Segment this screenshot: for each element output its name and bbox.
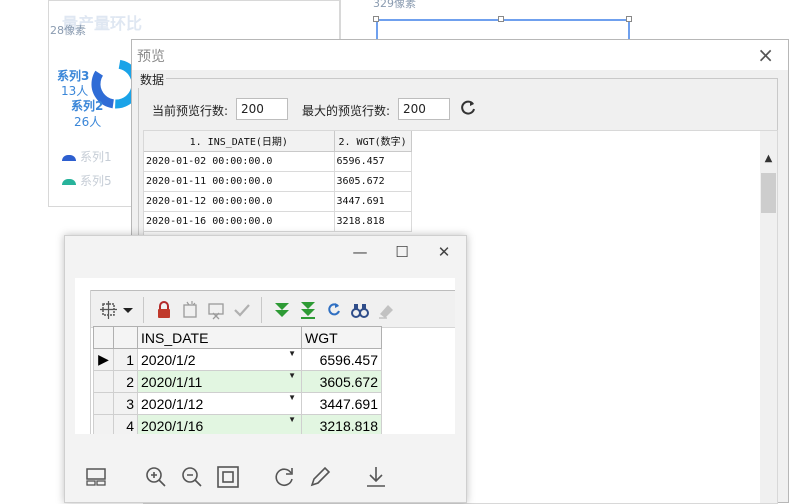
column-header-wgt[interactable]: 2. WGT(数字)	[334, 131, 412, 152]
current-rows-label: 当前预览行数:	[152, 104, 229, 118]
preview-table: 1. INS_DATE(日期) 2. WGT(数字) 2020-01-02 00…	[144, 131, 412, 232]
toolbar-separator	[143, 297, 144, 323]
date-cell[interactable]: 2020/1/16 ▼	[137, 414, 302, 434]
series2-value: 26人	[74, 115, 102, 129]
row-number: 3	[113, 392, 138, 415]
binoculars-icon[interactable]	[349, 299, 371, 321]
corner-cell	[93, 326, 114, 349]
fit-to-window-icon[interactable]	[215, 464, 241, 490]
current-rows-input[interactable]: 200	[236, 98, 288, 120]
corner-cell	[113, 326, 138, 349]
minimize-icon[interactable]: —	[350, 242, 370, 262]
dropdown-icon[interactable]: ▼	[288, 349, 296, 358]
toolbar-separator	[261, 297, 262, 323]
edit-pencil-icon[interactable]	[307, 464, 333, 490]
dropdown-icon[interactable]: ▼	[288, 371, 296, 380]
grid-toolbar	[91, 290, 455, 328]
refresh-icon[interactable]	[458, 98, 478, 118]
preview-titlebar[interactable]: 预览 ×	[132, 40, 788, 70]
eraser-icon[interactable]	[375, 299, 397, 321]
preview-header-row: 1. INS_DATE(日期) 2. WGT(数字)	[144, 131, 412, 152]
lock-icon[interactable]	[153, 299, 175, 321]
image-viewer-window: — ☐ ✕ INS_DATE WGT ▶ 1 2020/1/2 ▼ 6596.4…	[64, 235, 467, 503]
pixel-size-label-left: 28像素	[50, 24, 86, 37]
fetch-all-icon[interactable]	[297, 299, 319, 321]
date-cell[interactable]: 2020/1/2 ▼	[137, 348, 302, 371]
resize-handle[interactable]	[373, 16, 379, 22]
result-table: INS_DATE WGT ▶ 1 2020/1/2 ▼ 6596.457 2 20…	[93, 326, 382, 434]
check-icon[interactable]	[231, 299, 253, 321]
wgt-cell[interactable]: 3447.691	[301, 392, 382, 415]
inner-left-edge	[75, 290, 91, 434]
row-number: 1	[113, 348, 138, 371]
table-row[interactable]: ▶ 1 2020/1/2 ▼ 6596.457	[93, 348, 382, 371]
max-rows-input[interactable]: 200	[398, 98, 450, 120]
rotate-icon[interactable]	[271, 464, 297, 490]
zoom-out-icon[interactable]	[179, 464, 205, 490]
zoom-in-icon[interactable]	[143, 464, 169, 490]
delete-row-icon[interactable]	[205, 299, 227, 321]
scroll-thumb[interactable]	[761, 173, 776, 213]
close-icon[interactable]: ✕	[434, 242, 454, 262]
new-row-icon[interactable]	[179, 299, 201, 321]
table-row[interactable]: 4 2020/1/16 ▼ 3218.818	[93, 414, 382, 434]
column-settings-icon[interactable]	[99, 299, 121, 321]
wgt-cell[interactable]: 3218.818	[301, 414, 382, 434]
wgt-cell[interactable]: 3605.672	[301, 370, 382, 393]
dropdown-icon[interactable]: ▼	[288, 415, 296, 424]
table-row[interactable]: 2020-01-11 00:00:00.0 3605.672	[144, 171, 412, 192]
current-row-indicator: ▶	[93, 348, 114, 371]
table-row[interactable]: 3 2020/1/12 ▼ 3447.691	[93, 392, 382, 415]
viewer-bottom-toolbar	[65, 456, 466, 502]
date-cell[interactable]: 2020/1/12 ▼	[137, 392, 302, 415]
column-header-ins-date[interactable]: INS_DATE	[137, 326, 302, 349]
thumbnail-view-icon[interactable]	[83, 464, 109, 490]
wgt-cell[interactable]: 6596.457	[301, 348, 382, 371]
max-rows-label: 最大的预览行数:	[302, 104, 391, 118]
scroll-up-icon[interactable]: ▲	[760, 149, 777, 169]
result-grid[interactable]: INS_DATE WGT ▶ 1 2020/1/2 ▼ 6596.457 2 20…	[93, 326, 382, 434]
close-icon[interactable]: ×	[757, 43, 774, 67]
row-number: 4	[113, 414, 138, 434]
table-row[interactable]: 2020-01-16 00:00:00.0 3218.818	[144, 211, 412, 232]
resize-handle[interactable]	[498, 16, 504, 22]
table-row[interactable]: 2020-01-02 00:00:00.0 6596.457	[144, 151, 412, 172]
legend-series5: 系列5	[62, 172, 112, 189]
dropdown-icon[interactable]: ▼	[288, 393, 296, 402]
data-group-label: 数据	[138, 71, 167, 88]
table-row[interactable]: 2020-01-12 00:00:00.0 3447.691	[144, 191, 412, 212]
column-header-ins-date[interactable]: 1. INS_DATE(日期)	[144, 131, 335, 152]
table-row[interactable]: 2 2020/1/11 ▼ 3605.672	[93, 370, 382, 393]
series2-label: 系列2	[71, 99, 104, 113]
resize-handle[interactable]	[626, 16, 632, 22]
fetch-next-icon[interactable]	[271, 299, 293, 321]
chevron-down-icon[interactable]	[121, 299, 135, 321]
result-header-row: INS_DATE WGT	[93, 326, 382, 349]
column-header-wgt[interactable]: WGT	[301, 326, 382, 349]
pixel-size-label-right: 329像素	[373, 0, 416, 10]
download-icon[interactable]	[363, 464, 389, 490]
row-number: 2	[113, 370, 138, 393]
preview-title: 预览	[137, 49, 165, 65]
screenshot-content: INS_DATE WGT ▶ 1 2020/1/2 ▼ 6596.457 2 20…	[75, 278, 455, 434]
legend-series1: 系列1	[62, 148, 112, 165]
maximize-icon[interactable]: ☐	[392, 242, 412, 262]
date-cell[interactable]: 2020/1/11 ▼	[137, 370, 302, 393]
refresh-icon[interactable]	[323, 299, 345, 321]
vertical-scrollbar[interactable]: ▲	[760, 131, 777, 503]
